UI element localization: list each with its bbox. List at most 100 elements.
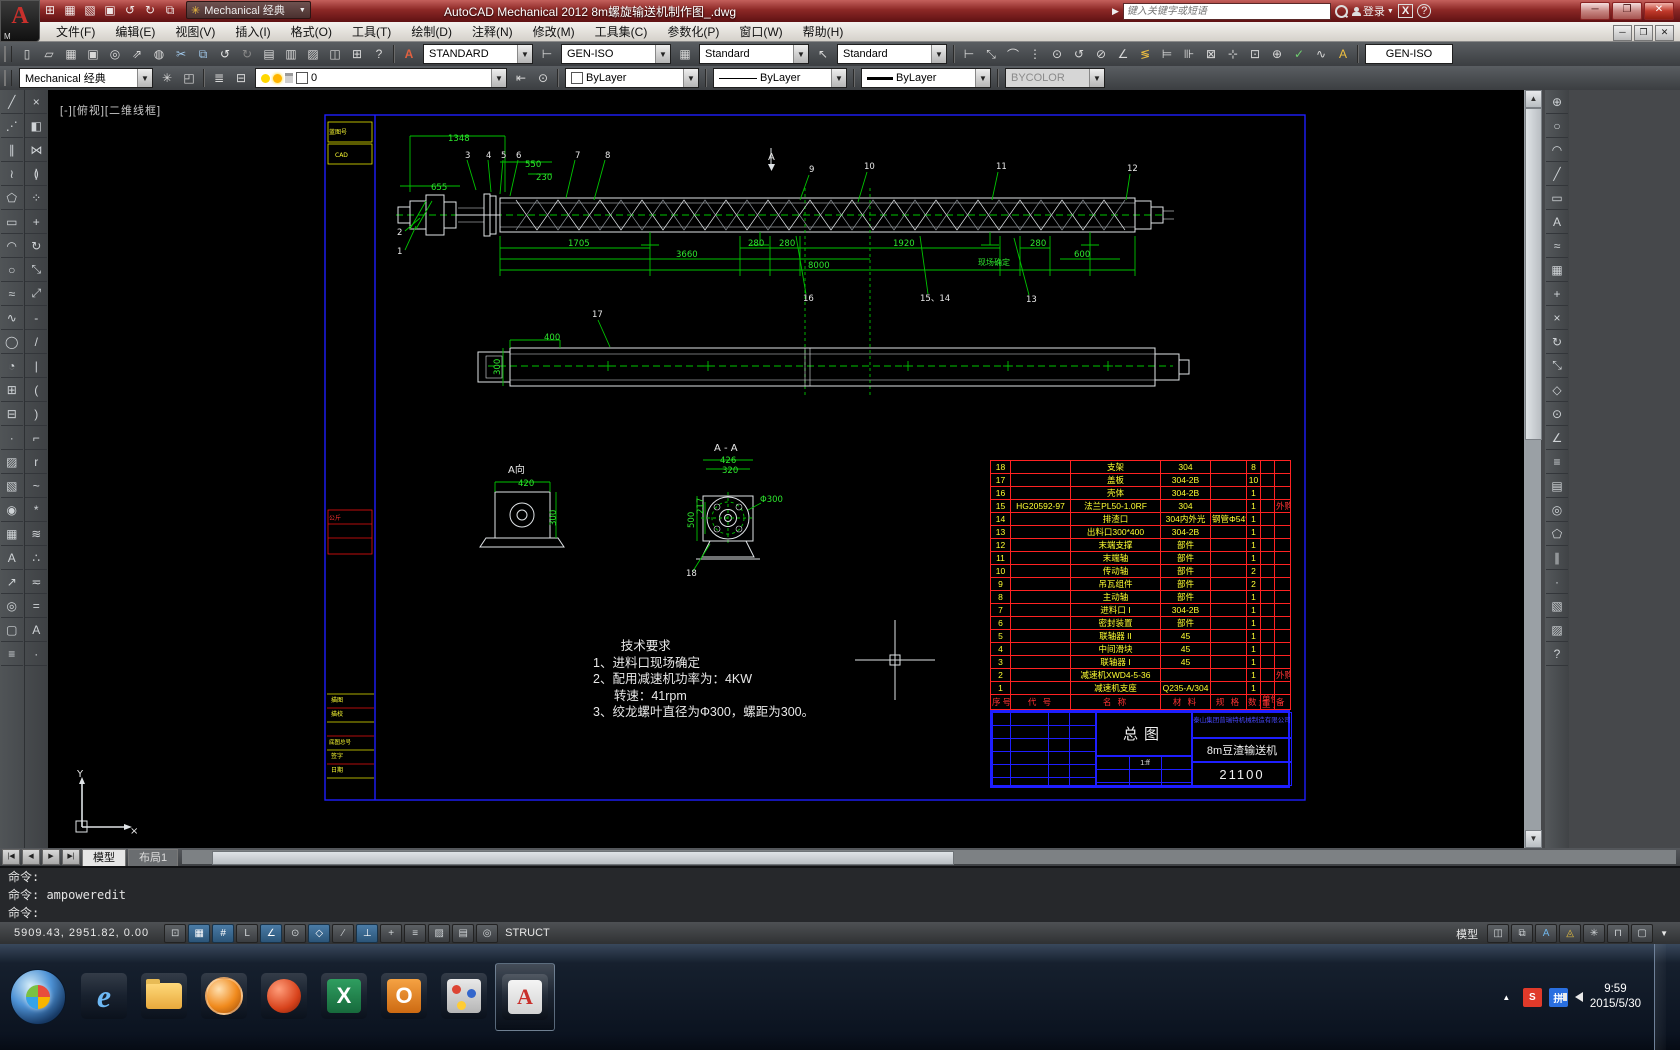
hatch-icon[interactable]: ▨ — [0, 450, 23, 474]
tab-prev-button[interactable]: ◀ — [22, 849, 40, 865]
scroll-down-arrow[interactable]: ▼ — [1525, 830, 1542, 848]
lineweight-toggle[interactable]: ≡ — [404, 923, 427, 943]
menu-注释N[interactable]: 注释(N) — [462, 21, 523, 42]
helix-icon[interactable]: ≡ — [0, 642, 23, 666]
chevron-down-icon[interactable]: ▼ — [793, 45, 808, 63]
help-tool-icon[interactable]: ? — [1546, 642, 1568, 666]
arc-tool-icon[interactable]: ◠ — [1546, 138, 1568, 162]
copy-icon[interactable]: ⧉ — [192, 43, 214, 65]
ellipse-icon[interactable]: ◯ — [0, 330, 23, 354]
scale-icon[interactable]: ⤡ — [25, 258, 48, 282]
dim-quick-icon[interactable]: ≶ — [1134, 43, 1156, 65]
osnap-tool-icon[interactable]: ◇ — [1546, 378, 1568, 402]
trim-icon[interactable]: - — [25, 306, 48, 330]
layer-previous-icon[interactable]: ⇤ — [510, 67, 532, 89]
join-icon[interactable]: ) — [25, 402, 48, 426]
donut-icon[interactable]: ◎ — [0, 594, 23, 618]
toolbar-grip[interactable] — [4, 70, 12, 86]
rotate-icon[interactable]: ↻ — [25, 234, 48, 258]
horizontal-scroll-thumb[interactable] — [212, 851, 955, 865]
center-tool-icon[interactable]: ⊙ — [1546, 402, 1568, 426]
ortho-toggle[interactable]: L — [236, 923, 259, 943]
table-icon[interactable]: ▦ — [0, 522, 23, 546]
selection-cycling-toggle[interactable]: ◎ — [476, 923, 499, 943]
dim-linear-icon[interactable]: ⊢ — [958, 43, 980, 65]
chevron-down-icon[interactable]: ▼ — [491, 69, 506, 87]
layer-properties-icon[interactable]: ≣ — [208, 67, 230, 89]
polygon-tool-icon[interactable]: ⬠ — [1546, 522, 1568, 546]
stretch-icon[interactable]: ⤢ — [25, 282, 48, 306]
quick-view-layouts-icon[interactable]: ◫ — [1487, 924, 1510, 943]
layer-states-icon[interactable]: ⊟ — [230, 67, 252, 89]
workspace-switcher[interactable]: ✳ Mechanical 经典 ▼ — [186, 1, 311, 19]
dim-tolerance-icon[interactable]: ⊡ — [1244, 43, 1266, 65]
menu-参数化P[interactable]: 参数化(P) — [657, 21, 729, 42]
search-icon[interactable] — [1334, 4, 1348, 18]
table-style-combo[interactable]: Standard ▼ — [699, 44, 809, 64]
taskbar-icon-paint[interactable] — [435, 963, 493, 1029]
gradient-tool-icon[interactable]: ▨ — [1546, 618, 1568, 642]
start-button[interactable] — [10, 969, 66, 1025]
align-icon[interactable]: = — [25, 594, 48, 618]
qat-plot-icon[interactable]: ▣ — [100, 1, 120, 19]
vertical-scrollbar[interactable]: ▲ ▼ — [1524, 90, 1542, 848]
hatch-tool-icon[interactable]: ▧ — [1546, 594, 1568, 618]
dim-centermark-icon[interactable]: ⊕ — [1266, 43, 1288, 65]
donut-tool-icon[interactable]: ◎ — [1546, 498, 1568, 522]
menu-视图V[interactable]: 视图(V) — [165, 21, 225, 42]
workspace-gear-icon[interactable]: ✳ — [156, 67, 178, 89]
tab-模型[interactable]: 模型 — [82, 848, 126, 866]
chevron-down-icon[interactable]: ▼ — [683, 69, 698, 87]
chevron-down-icon[interactable]: ▼ — [517, 45, 532, 63]
chevron-down-icon[interactable]: ▼ — [975, 69, 990, 87]
blend-icon[interactable]: ~ — [25, 474, 48, 498]
mirror-icon[interactable]: ⋈ — [25, 138, 48, 162]
qat-undo-icon[interactable]: ↺ — [120, 1, 140, 19]
publish-icon[interactable]: ⇗ — [126, 43, 148, 65]
web-icon[interactable]: ◍ — [148, 43, 170, 65]
speaker-icon[interactable] — [1562, 992, 1583, 1002]
calculator-icon[interactable]: ⊞ — [346, 43, 368, 65]
tray-up-arrow-icon[interactable]: ▲ — [1497, 988, 1516, 1007]
exchange-apps-icon[interactable]: X — [1397, 4, 1414, 18]
erase-icon[interactable]: × — [25, 90, 48, 114]
dim-style-combo-right[interactable]: GEN-ISO — [1365, 44, 1453, 64]
cut-icon[interactable]: ✂ — [170, 43, 192, 65]
layers-tool-icon[interactable]: ≡ — [1546, 450, 1568, 474]
dim-inspect-icon[interactable]: ✓ — [1288, 43, 1310, 65]
gradient-icon[interactable]: ▧ — [0, 474, 23, 498]
help-icon[interactable]: ? — [368, 43, 390, 65]
point-tool-icon[interactable]: · — [1546, 570, 1568, 594]
annotation-scale-icon[interactable]: A — [1535, 924, 1558, 943]
scroll-up-arrow[interactable]: ▲ — [1525, 90, 1542, 108]
qat-switch-windows-icon[interactable]: ⧉ — [160, 1, 180, 19]
snap-toggle[interactable]: ▦ — [188, 923, 211, 943]
menu-编辑E[interactable]: 编辑(E) — [105, 21, 165, 42]
rect-tool-icon[interactable]: ▭ — [1546, 186, 1568, 210]
drawing-canvas[interactable]: 1348 655 550 230 1705 280 280 1920 280 3660 600 800… — [48, 90, 1524, 848]
spline-edit-icon[interactable]: ∴ — [25, 546, 48, 570]
filter-indicator[interactable]: STRUCT — [499, 927, 556, 939]
menu-工具集C[interactable]: 工具集(C) — [585, 21, 658, 42]
color-combo[interactable]: ByLayer ▼ — [565, 68, 699, 88]
circle-tool-icon[interactable]: ○ — [1546, 114, 1568, 138]
copy-obj-icon[interactable]: ◧ — [25, 114, 48, 138]
horizontal-scrollbar[interactable] — [182, 850, 1676, 865]
workspace-combo[interactable]: Mechanical 经典 ▼ — [19, 68, 153, 88]
linetype-combo[interactable]: ByLayer ▼ — [713, 68, 847, 88]
signin-button[interactable]: 登录 ▼ — [1351, 3, 1394, 19]
infer-constraints-toggle[interactable]: ⊡ — [164, 923, 187, 943]
scale-tool-icon[interactable]: ⤡ — [1546, 354, 1568, 378]
break-point-icon[interactable]: | — [25, 354, 48, 378]
dim-aligned-icon[interactable]: ⤡ — [980, 43, 1002, 65]
text-style-combo[interactable]: STANDARD ▼ — [423, 44, 533, 64]
erase-tool-icon[interactable]: × — [1546, 306, 1568, 330]
dim-spacing-icon[interactable]: ⊠ — [1200, 43, 1222, 65]
qat-project-icon[interactable]: ⊞ — [40, 1, 60, 19]
taskbar-icon-ie[interactable]: e — [75, 963, 133, 1029]
polyline-icon[interactable]: ≀ — [0, 162, 23, 186]
measure-icon[interactable]: · — [25, 642, 48, 666]
menu-绘制D[interactable]: 绘制(D) — [401, 21, 462, 42]
chevron-down-icon[interactable]: ▼ — [931, 45, 946, 63]
dyn-toggle[interactable]: + — [380, 923, 403, 943]
